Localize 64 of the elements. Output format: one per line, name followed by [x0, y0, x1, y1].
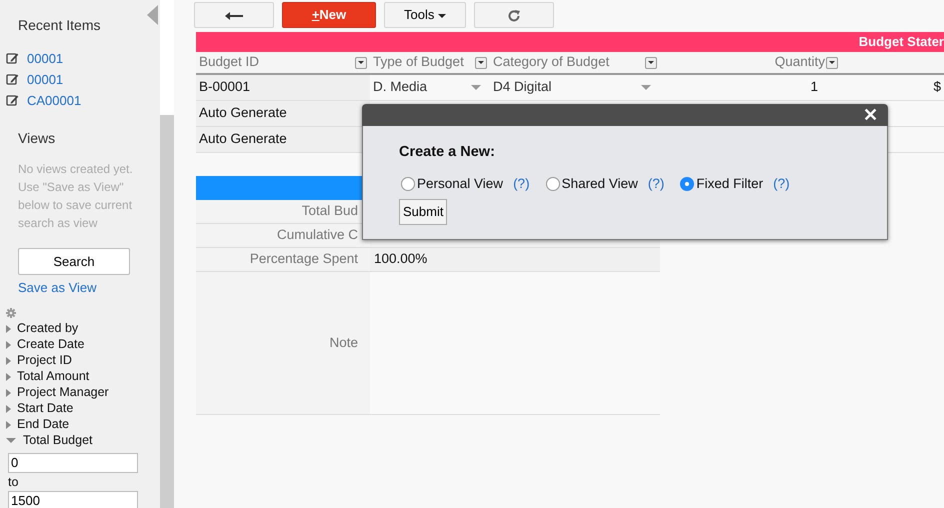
section-title: Views [18, 129, 56, 148]
radio-button[interactable] [401, 176, 415, 191]
help-link[interactable]: (?) [648, 174, 664, 194]
field-label: Note [329, 334, 358, 352]
filter-item[interactable]: Created by [6, 320, 160, 336]
radio-option[interactable]: Shared View [546, 174, 638, 194]
table-cell-text: $ [933, 78, 941, 96]
refresh-button[interactable] [474, 2, 554, 28]
dialog-heading: Create a New: [399, 143, 496, 162]
recent-item-link[interactable]: 00001 [27, 48, 64, 68]
help-link[interactable]: (?) [513, 174, 530, 194]
submit-button[interactable]: Submit [399, 199, 448, 224]
radio-button[interactable] [546, 176, 560, 191]
filter-dropdown-icon[interactable] [645, 56, 657, 68]
filter-item[interactable]: Project Manager [6, 384, 160, 400]
field-label: Total Bud [302, 202, 358, 220]
edit-icon[interactable] [6, 94, 19, 107]
left-arrow-icon [224, 10, 244, 21]
select-value[interactable]: D4 Digital [493, 77, 552, 98]
filter-item[interactable]: Project ID [6, 352, 160, 368]
close-button[interactable]: ✕ [863, 106, 878, 124]
filter-dropdown-icon[interactable] [475, 56, 487, 68]
range-to-label: to [8, 474, 20, 490]
filter-item[interactable]: End Date [6, 416, 160, 432]
filter-item[interactable]: Total Amount [6, 368, 160, 384]
scrollbar-thumb[interactable] [160, 115, 174, 508]
filter-dropdown-icon[interactable] [355, 56, 367, 68]
back-button[interactable] [194, 2, 274, 28]
column-header[interactable]: Quantity [774, 52, 825, 73]
field-label: Cumulative C [276, 226, 358, 244]
column-header[interactable]: Category of Budget [493, 52, 610, 73]
edit-icon[interactable] [6, 73, 19, 86]
column-header[interactable]: Type of Budget [373, 52, 464, 73]
select-value[interactable]: D. Media [373, 77, 428, 98]
table-cell-text: B-00001 [199, 78, 250, 96]
refresh-icon [507, 8, 521, 23]
section-title: Recent Items [18, 17, 100, 33]
views-note: No views created yet. Use "Save as View" below to save current search as view [18, 161, 134, 232]
filter-item[interactable]: Total Budget [6, 432, 160, 448]
filter-dropdown-icon[interactable] [826, 56, 838, 68]
recent-item-link[interactable]: 00001 [27, 70, 64, 90]
filter-item[interactable]: Start Date [6, 400, 160, 416]
table-cell-text: 1 [810, 78, 818, 96]
field-value: 100.00% [374, 250, 428, 268]
dropdown-caret-icon[interactable] [471, 85, 481, 90]
new-button[interactable]: +New [282, 2, 376, 28]
radio-option[interactable]: Personal View [401, 174, 504, 194]
range-to-field[interactable]: 1500 [8, 490, 138, 508]
table-cell-text: Auto Generate [199, 130, 287, 148]
table-cell-text: Auto Generate [199, 104, 287, 122]
dropdown-caret-icon[interactable] [641, 85, 651, 90]
radio-option[interactable]: Fixed Filter [680, 174, 764, 194]
save-as-view-link[interactable]: Save as View [18, 280, 97, 295]
recent-item-link[interactable]: CA00001 [27, 90, 82, 110]
filter-item[interactable]: Create Date [6, 336, 160, 352]
help-link[interactable]: (?) [773, 174, 790, 194]
search-button[interactable]: Search [18, 248, 130, 275]
tools-button[interactable]: Tools [384, 2, 466, 28]
field-label: Percentage Spent [250, 250, 358, 268]
radio-button[interactable] [680, 176, 694, 191]
banner-title: Budget Stater [196, 32, 944, 52]
edit-icon[interactable] [6, 52, 19, 65]
range-from-field[interactable]: 0 [8, 452, 138, 472]
column-header[interactable]: Budget ID [199, 52, 260, 73]
